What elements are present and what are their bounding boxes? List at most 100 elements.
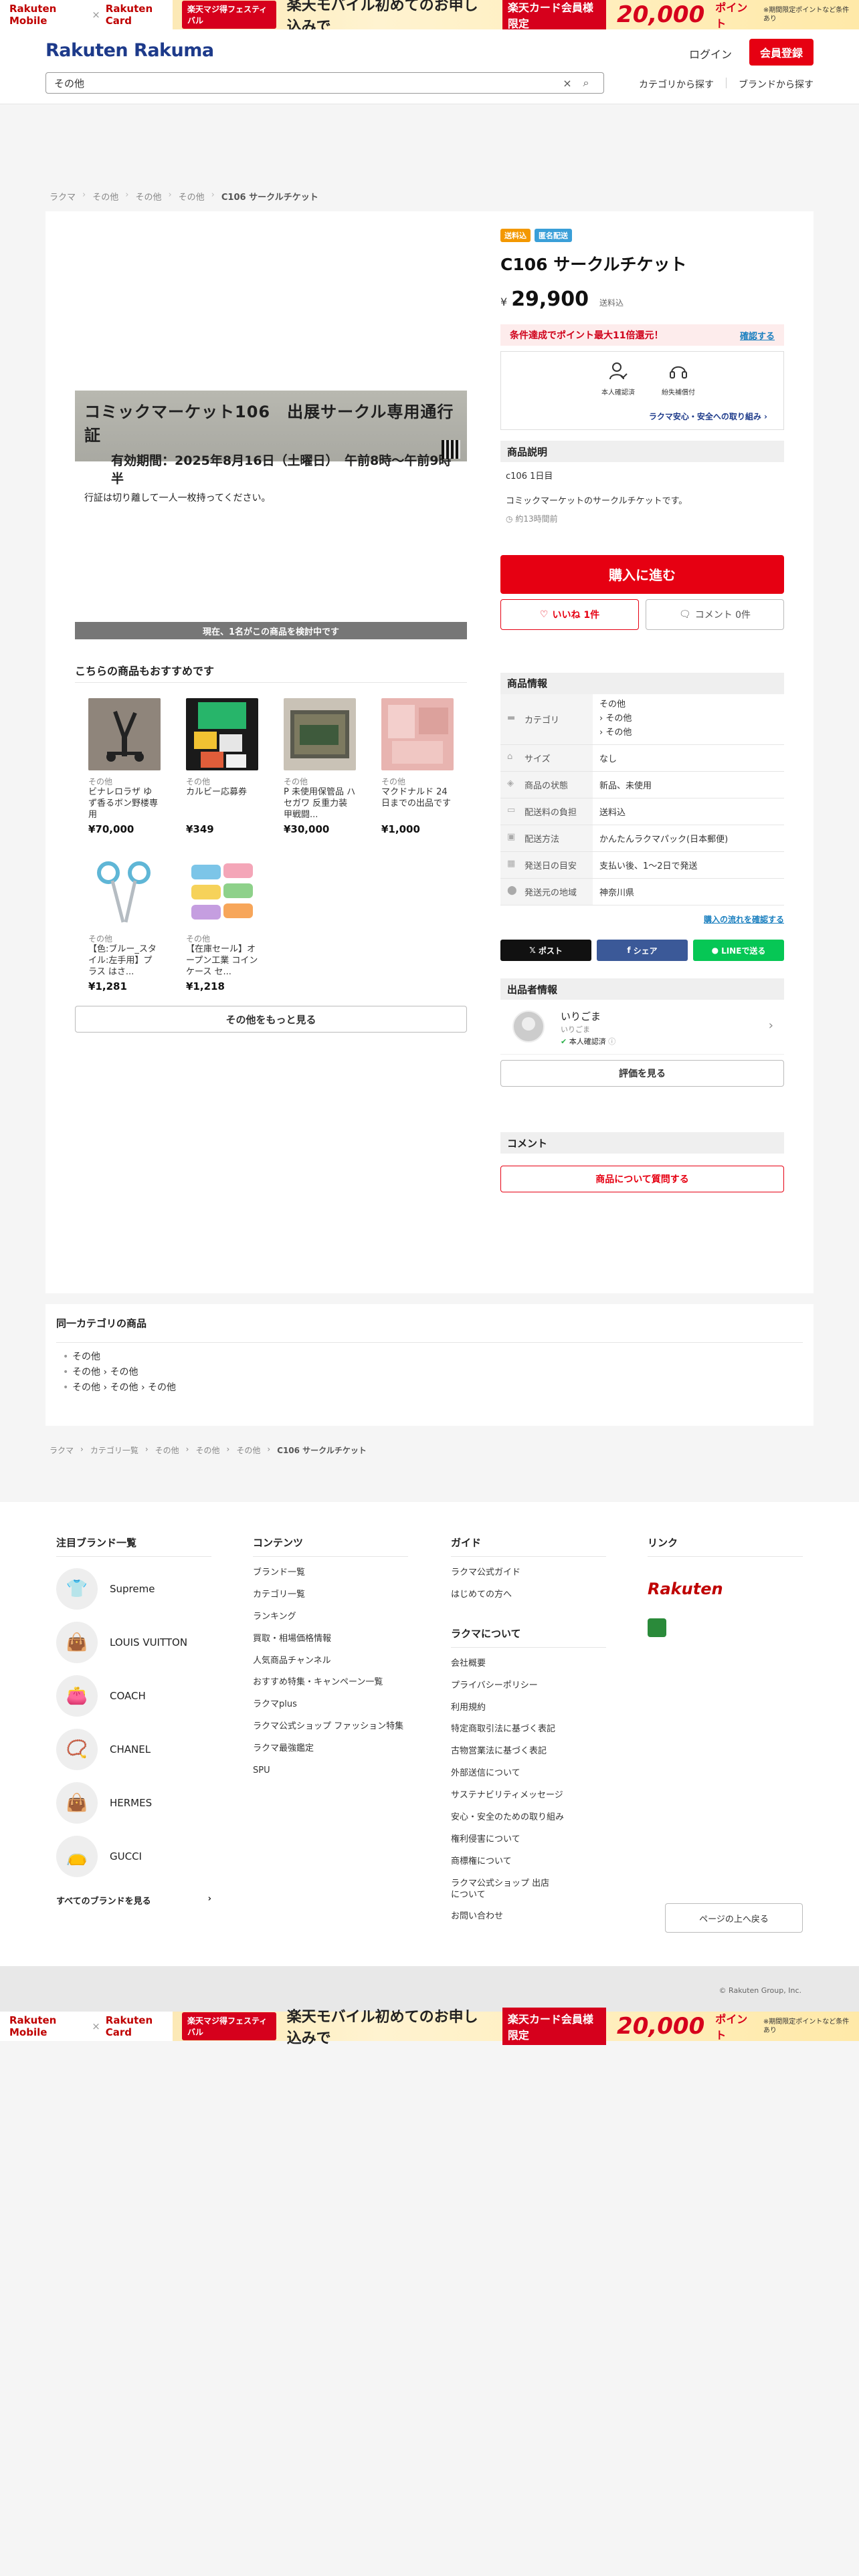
person-check-icon — [601, 361, 635, 387]
search-icon[interactable]: ⌕ — [577, 76, 595, 90]
recommend-item[interactable]: その他 【在庫セール】オープン工業 コインケース セ... ¥1,218 — [186, 855, 258, 992]
nav-brand-link[interactable]: ブランドから探す — [739, 78, 814, 91]
footer-link[interactable]: ランキング — [253, 1612, 408, 1623]
share-x-button[interactable]: 𝕏 ポスト — [500, 940, 591, 962]
action-row: ♡ いいね 1件 🗨 コメント 0件 — [500, 599, 784, 630]
footer-link[interactable]: 安心・安全のための取り組み — [451, 1812, 606, 1824]
footer-link[interactable]: ラクマ最強鑑定 — [253, 1743, 408, 1755]
breadcrumb-item[interactable]: その他 — [155, 1444, 179, 1456]
same-category-link[interactable]: その他 › その他 — [63, 1365, 797, 1380]
footer-link[interactable]: 会社概要 — [451, 1658, 606, 1670]
share-line-button[interactable]: ● LINEで送る — [693, 940, 784, 962]
footer-link[interactable]: サステナビリティメッセージ — [451, 1790, 606, 1802]
ticket-line-2: 有効期間：2025年8月16日（土曜日） 午前8時～午前9時半 — [111, 453, 452, 486]
breadcrumb-item[interactable]: その他 — [179, 190, 205, 203]
login-link[interactable]: ログイン — [689, 45, 732, 62]
tag-icon: ◈ — [507, 778, 514, 789]
item-photo[interactable]: コミックマーケット106 出展サークル専用通行証 有効期間：2025年8月16日… — [75, 218, 467, 627]
ticket-line-1: コミックマーケット106 出展サークル専用通行証 — [84, 403, 454, 445]
see-more-button[interactable]: その他をもっと見る — [75, 1006, 467, 1033]
footer-link[interactable]: ラクマplus — [253, 1699, 408, 1711]
signup-button[interactable]: 会員登録 — [749, 39, 814, 66]
clear-icon[interactable]: × — [558, 77, 577, 90]
footer-brand-item[interactable]: 👜 LOUIS VUITTON — [56, 1616, 211, 1669]
breadcrumb-item[interactable]: その他 — [236, 1444, 260, 1456]
footer-link[interactable]: 人気商品チャンネル — [253, 1656, 408, 1667]
breadcrumb-item[interactable]: その他 — [135, 190, 161, 203]
category-link[interactable]: › その他 — [599, 726, 777, 740]
footer-brand-item[interactable]: 👜 HERMES — [56, 1776, 211, 1830]
purchase-flow-link[interactable]: 購入の流れを確認する — [500, 914, 784, 925]
item-info-heading: 商品情報 — [500, 672, 784, 694]
footer-link[interactable]: はじめての方へ — [451, 1590, 606, 1601]
top-promo-banner[interactable]: Rakuten Mobile × Rakuten Card 楽天マジ得フェスティ… — [0, 0, 859, 35]
breadcrumb-item[interactable]: ラクマ — [50, 190, 76, 203]
wallet-icon: 👛 — [56, 1675, 98, 1717]
footer-link[interactable]: プライバシーポリシー — [451, 1681, 606, 1692]
item-price: 29,900 — [511, 288, 589, 311]
footer-link[interactable]: 古物営業法に基づく表記 — [451, 1746, 606, 1757]
search-input[interactable]: その他 × ⌕ — [45, 72, 604, 94]
footer-contents: コンテンツ ブランド一覧 カテゴリ一覧 ランキング 買取・相場価格情報 人気商品… — [253, 1535, 408, 1777]
footer-link[interactable]: お問い合わせ — [451, 1911, 606, 1923]
back-to-top-button[interactable]: ページの上へ戻る — [665, 1903, 803, 1933]
footer-link[interactable]: ラクマ公式ショップ 出店について — [451, 1879, 551, 1901]
footer-link[interactable]: 特定商取引法に基づく表記 — [451, 1724, 606, 1735]
footer-brand-item[interactable]: 👝 GUCCI — [56, 1830, 211, 1883]
green-certification-logo[interactable] — [648, 1618, 803, 1637]
recommend-item[interactable]: その他 カルビー応募券 ¥349 — [186, 698, 258, 835]
comment-button[interactable]: 🗨 コメント 0件 — [646, 599, 784, 630]
info-value: かんたんラクマパック(日本郵便) — [593, 825, 784, 853]
hoodie-icon: 👕 — [56, 1568, 98, 1610]
recommend-name: 【在庫セール】オープン工業 コインケース セ... — [186, 944, 258, 977]
nav-category-link[interactable]: カテゴリから探す — [639, 78, 714, 91]
breadcrumb-item[interactable]: その他 — [92, 190, 118, 203]
same-category-link[interactable]: その他 — [63, 1350, 797, 1365]
footer-link[interactable]: ラクマ公式ガイド — [451, 1568, 606, 1579]
breadcrumb-item[interactable]: ラクマ — [50, 1444, 74, 1456]
footer-brand-item[interactable]: 📿 CHANEL — [56, 1723, 211, 1776]
point-check-link[interactable]: 確認する — [740, 329, 775, 342]
recommend-cat: その他 — [284, 777, 308, 786]
footer-link[interactable]: 権利侵害について — [451, 1834, 606, 1846]
rakuten-logo[interactable]: Rakuten — [648, 1580, 803, 1598]
recommend-item[interactable]: その他 【色:ブルー_スタイル:左手用】プラス はさ... ¥1,281 — [88, 855, 161, 992]
footer-link[interactable]: 商標権について — [451, 1856, 606, 1868]
recommend-item[interactable]: その他 ビナレロラザ ゆず香るボン野楼専用 ¥70,000 — [88, 698, 161, 835]
info-key: カテゴリ — [524, 716, 560, 726]
item-badges: 送料込 匿名配送 — [500, 229, 784, 242]
recommend-item[interactable]: その他 マクドナルド 24日までの出品です ¥1,000 — [381, 698, 454, 835]
footer-link[interactable]: 外部送信について — [451, 1768, 606, 1780]
footer-link[interactable]: カテゴリ一覧 — [253, 1590, 408, 1601]
recommend-cat: その他 — [186, 777, 211, 786]
bottom-promo-banner[interactable]: Rakuten Mobile × Rakuten Card 楽天マジ得フェスティ… — [0, 2007, 859, 2047]
fest-label: 楽天マジ得フェスティバル — [182, 2012, 276, 2040]
footer-link[interactable]: SPU — [253, 1765, 408, 1777]
necklace-icon: 📿 — [56, 1729, 98, 1770]
same-category-link[interactable]: その他 › その他 › その他 — [63, 1380, 797, 1396]
seller-card[interactable]: いりごま いりごま ✔ 本人確認済 ⓘ › — [500, 1000, 784, 1055]
recommend-item[interactable]: その他 P 未使用保管品 ハセガワ 反重力装甲戦闘... ¥30,000 — [284, 698, 356, 835]
footer-link[interactable]: 買取・相場価格情報 — [253, 1634, 408, 1645]
search-value: その他 — [54, 77, 85, 90]
safety-link[interactable]: ラクマ安心・安全への取り組み › — [649, 411, 767, 422]
category-link[interactable]: その他 — [599, 698, 777, 712]
footer-link[interactable]: おすすめ特集・キャンペーン一覧 — [253, 1677, 408, 1689]
chevron-right-icon: › — [764, 412, 767, 421]
footer-link[interactable]: 利用規約 — [451, 1703, 606, 1714]
footer-brand-item[interactable]: 👛 COACH — [56, 1669, 211, 1723]
footer-link[interactable]: ブランド一覧 — [253, 1568, 408, 1579]
breadcrumb-item[interactable]: カテゴリ一覧 — [90, 1444, 138, 1456]
share-facebook-button[interactable]: f シェア — [597, 940, 688, 962]
all-brands-link[interactable]: すべてのブランドを見る › — [56, 1894, 211, 1907]
footer-brand-item[interactable]: 👕 Supreme — [56, 1562, 211, 1616]
promo-main-text: 楽天モバイル初めてのお申し込みで — [286, 2008, 478, 2047]
like-button[interactable]: ♡ いいね 1件 — [500, 599, 639, 630]
footer-link[interactable]: ラクマ公式ショップ ファッション特集 — [253, 1721, 408, 1733]
rakuma-logo[interactable]: Rakuten Rakuma — [45, 40, 214, 61]
view-reviews-button[interactable]: 評価を見る — [500, 1060, 784, 1087]
category-link[interactable]: › その他 — [599, 712, 777, 726]
breadcrumb-item[interactable]: その他 — [195, 1444, 219, 1456]
ask-question-button[interactable]: 商品について質問する — [500, 1166, 784, 1193]
buy-button[interactable]: 購入に進む — [500, 554, 784, 594]
